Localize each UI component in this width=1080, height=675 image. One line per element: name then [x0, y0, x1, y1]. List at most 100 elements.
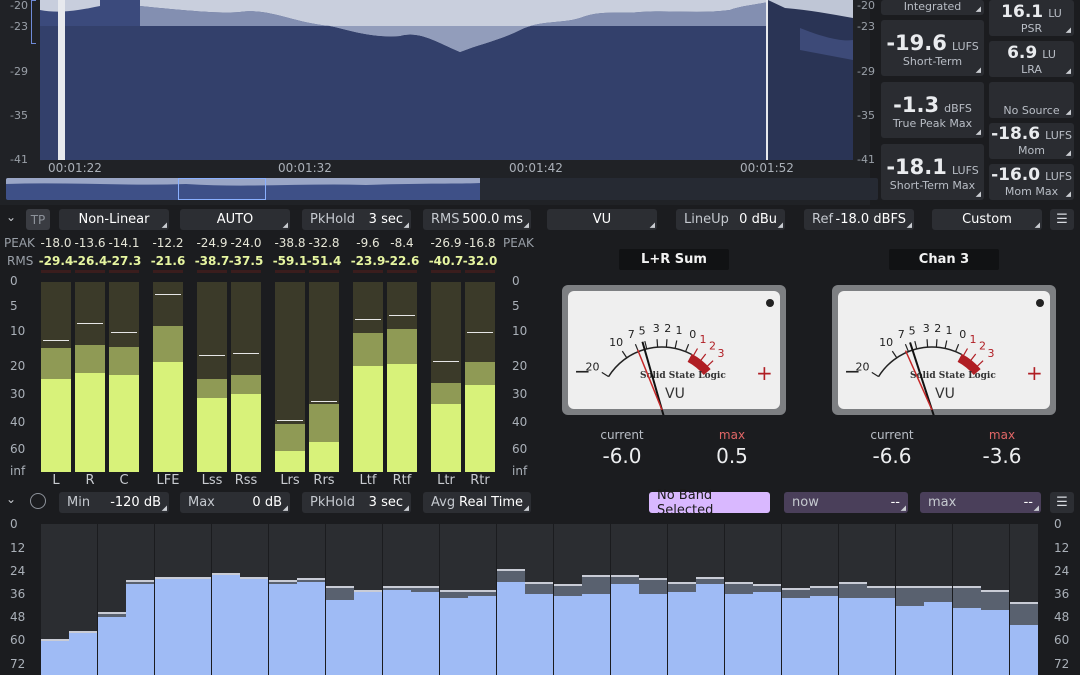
- meter-scale-label-right: 0: [512, 274, 520, 288]
- time-label: 00:01:42: [509, 161, 563, 175]
- meter-mode-select[interactable]: AUTO ◢: [180, 209, 290, 230]
- collapse-spectrum-chevron-icon[interactable]: ⌄: [6, 492, 16, 506]
- mom-max-stat[interactable]: -16.0 LUFS Mom Max ◢: [989, 164, 1074, 200]
- channel-meter[interactable]: [465, 282, 495, 472]
- spectrum-avg-select[interactable]: Avg Real Time ◢: [423, 492, 531, 513]
- spectrum-scale-label-right: 60: [1054, 633, 1070, 647]
- channel-rms-bar: [231, 394, 261, 472]
- collapse-meters-chevron-icon[interactable]: ⌄: [6, 210, 16, 224]
- channel-rms-bar: [275, 451, 305, 472]
- vu-settings-menu-icon[interactable]: ☰: [1050, 209, 1074, 230]
- band-status-indicator[interactable]: No Band Selected: [649, 488, 770, 518]
- spectrum-peak-hold: [725, 582, 753, 584]
- channel-rms-bar: [353, 366, 383, 472]
- spectrum-pkhold-select[interactable]: PkHold 3 sec ◢: [302, 492, 411, 513]
- spec-pkhold-label: PkHold: [310, 495, 355, 510]
- vu-channel-select[interactable]: Chan 3: [889, 249, 999, 270]
- channel-rms-value: -40.7: [428, 254, 464, 268]
- lineup-select[interactable]: LineUp 0 dBu ◢: [676, 209, 785, 230]
- channel-meters: 0 0 5 5 10 10 20 20 30 30 40 40 60 60 inf inf -18.0 -29.4…: [0, 234, 540, 492]
- vu-preset-select[interactable]: Custom ◢: [932, 209, 1042, 230]
- reset-icon[interactable]: [30, 493, 46, 509]
- psr-value: 16.1: [1001, 2, 1044, 22]
- rms-value: 500.0 ms: [462, 212, 523, 227]
- mom-stat[interactable]: -18.6 LUFS Mom ◢: [989, 123, 1074, 159]
- channel-peak-hold-line: [155, 294, 181, 295]
- spectrum-analyzer[interactable]: 0 0 12 12 24 24 36 36 48 48 60 60 72 72: [0, 516, 1080, 675]
- channel-peak-hold-line: [467, 332, 493, 333]
- channel-meter[interactable]: [387, 282, 417, 472]
- chevron-down-icon: ◢: [1034, 221, 1040, 229]
- spec-max-label: Max: [188, 495, 215, 510]
- spectrum-settings-menu-icon[interactable]: ☰: [1050, 492, 1074, 513]
- chevron-down-icon: ◢: [777, 221, 783, 229]
- channel-meter[interactable]: [275, 282, 305, 472]
- spectrum-bar: [867, 598, 895, 675]
- spectrum-bar: [696, 584, 724, 675]
- channel-rms-value: -32.0: [462, 254, 498, 268]
- vu-channel-select[interactable]: L+R Sum: [619, 249, 729, 270]
- short-term-stat[interactable]: -19.6 LUFS Short-Term ◢: [881, 20, 984, 76]
- channel-meter[interactable]: [197, 282, 227, 472]
- lra-caption: LRA: [1021, 63, 1042, 76]
- integrated-stat[interactable]: Integrated ◢: [881, 0, 984, 15]
- history-tick: -23: [10, 20, 28, 33]
- meter-rms-select[interactable]: RMS 500.0 ms ◢: [423, 209, 531, 230]
- channel-peak-value: -24.0: [230, 236, 262, 250]
- band-max-readout[interactable]: max -- ◢: [920, 492, 1041, 513]
- chevron-down-icon: ◢: [1033, 504, 1039, 512]
- spectrum-peak-hold: [668, 582, 696, 584]
- history-plot[interactable]: [40, 0, 853, 160]
- vu-scale-number: 3: [923, 322, 930, 335]
- band-now-readout[interactable]: now -- ◢: [784, 492, 908, 513]
- overview-viewport-handle[interactable]: [178, 178, 266, 200]
- channel-meter[interactable]: [231, 282, 261, 472]
- channel-meter[interactable]: [109, 282, 139, 472]
- meter-scale-label-right: 60: [512, 442, 528, 456]
- channel-clip-indicator: [465, 270, 495, 273]
- psr-stat[interactable]: 16.1 LU PSR ◢: [989, 0, 1074, 36]
- spectrum-bar: [297, 582, 325, 675]
- vu-meter-face: 20 10 7 5 3 2 1 0 1 2 3− + Solid State Logic VU: [832, 285, 1056, 418]
- vu-scale-tick: [935, 339, 938, 348]
- channel-meter[interactable]: [309, 282, 339, 472]
- vu-scale-number: 3: [987, 347, 994, 360]
- ref-select[interactable]: Ref -18.0 dBFS ◢: [804, 209, 914, 230]
- channel-peak-hold-line: [311, 401, 337, 402]
- source-stat[interactable]: No Source ◢: [989, 82, 1074, 118]
- lra-stat[interactable]: 6.9 LU LRA ◢: [989, 41, 1074, 77]
- spectrum-bar: [1010, 625, 1038, 675]
- meter-pkhold-select[interactable]: PkHold 3 sec ◢: [302, 209, 411, 230]
- pkhold-value: 3 sec: [368, 212, 403, 227]
- vu-minus-sign: −: [844, 359, 861, 383]
- meter-scale-label-right: inf: [512, 464, 528, 478]
- true-peak-toggle[interactable]: TP: [26, 209, 50, 230]
- channel-meter[interactable]: [431, 282, 461, 472]
- true-peak-max-stat[interactable]: -1.3 dBFS True Peak Max ◢: [881, 82, 984, 138]
- meter-scale-select[interactable]: Non-Linear ◢: [59, 209, 169, 230]
- channel-meter[interactable]: [75, 282, 105, 472]
- channel-name: Rtr: [470, 473, 490, 488]
- spectrum-max-select[interactable]: Max 0 dB ◢: [180, 492, 290, 513]
- band-status-text: No Band Selected: [657, 487, 714, 518]
- channel-meter[interactable]: [353, 282, 383, 472]
- vu-screw-icon: [1036, 299, 1044, 307]
- channel-meter[interactable]: [153, 282, 183, 472]
- vu-current-label: current: [870, 428, 914, 442]
- spectrum-scale-label: 60: [10, 633, 26, 647]
- chevron-down-icon: ◢: [161, 504, 167, 512]
- channel-clip-indicator: [275, 270, 305, 273]
- spectrum-min-select[interactable]: Min -120 dB ◢: [59, 492, 169, 513]
- vu-type-select[interactable]: VU ◢: [547, 209, 657, 230]
- history-overview-scrollbar[interactable]: [6, 178, 878, 200]
- mom-value: -18.6: [991, 124, 1041, 144]
- channel-rms-value: -21.6: [150, 254, 186, 268]
- vu-max-value: 0.5: [716, 444, 748, 468]
- vu-minus-sign: −: [574, 359, 591, 383]
- channel-peak-hold-line: [77, 323, 103, 324]
- short-term-max-stat[interactable]: -18.1 LUFS Short-Term Max ◢: [881, 144, 984, 200]
- vu-scale-number: 5: [639, 324, 646, 337]
- channel-meter[interactable]: [41, 282, 71, 472]
- spectrum-bar: [126, 584, 154, 675]
- channel-name: LFE: [156, 473, 180, 488]
